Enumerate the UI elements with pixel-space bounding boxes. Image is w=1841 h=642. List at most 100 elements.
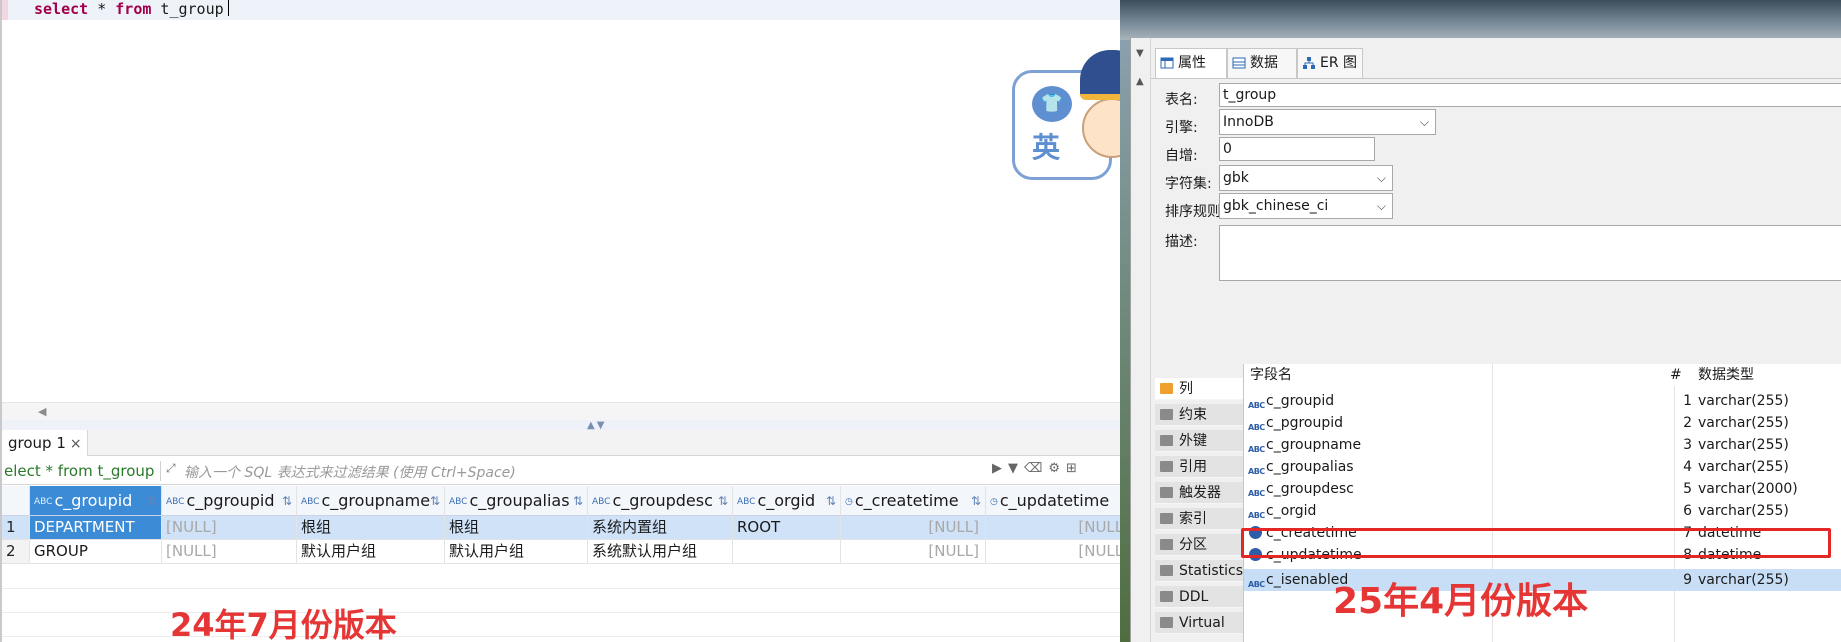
list-item[interactable]: ABC c_orgid 6 varchar(255)	[1244, 500, 1841, 522]
grid-cell[interactable]: DEPARTMENT	[30, 516, 162, 540]
grid-cell[interactable]: [NULL]	[986, 540, 1120, 564]
column-header[interactable]: ABC c_orgid ⇅	[733, 486, 841, 516]
tab-data[interactable]: 数据	[1227, 48, 1297, 78]
list-item[interactable]: ABC c_groupdesc 5 varchar(2000)	[1244, 478, 1841, 500]
grid-cell[interactable]: [NULL]	[841, 540, 986, 564]
column-header[interactable]: ◷c_updatetime⇅	[986, 486, 1120, 516]
sidebar-item-label: 引用	[1179, 459, 1207, 475]
sort-icon[interactable]: ⇅	[282, 486, 292, 515]
sidebar-item-virtual[interactable]: Virtual	[1155, 612, 1243, 634]
list-item[interactable]: ABC c_groupid 1 varchar(255)	[1244, 390, 1841, 412]
grid-cell[interactable]: 根组	[445, 516, 588, 540]
grid-cell[interactable]: [NULL]	[986, 516, 1120, 540]
results-tab[interactable]: group 1 ×	[2, 430, 88, 456]
sidebar-item-label: Statistics	[1179, 563, 1243, 579]
sql-keyword-from: from	[115, 0, 152, 18]
sort-icon[interactable]: ⇅	[573, 486, 583, 515]
list-item[interactable]: ABC c_groupname 3 varchar(255)	[1244, 434, 1841, 456]
erase-filter-icon[interactable]: ⌫	[1024, 461, 1042, 476]
scroll-left-icon[interactable]: ◀	[38, 405, 46, 418]
grid-cell[interactable]: GROUP	[30, 540, 162, 564]
field-position: 2	[1683, 415, 1692, 431]
sidebar-item-partitions[interactable]: 分区	[1155, 534, 1243, 556]
info-icon	[1160, 565, 1173, 576]
column-header[interactable]: ◷ c_createtime ⇅	[841, 486, 986, 516]
collapse-strip[interactable]: ▼ ▲	[1131, 38, 1151, 642]
sort-icon[interactable]: ⇅	[147, 486, 157, 515]
column-header[interactable]: ABC c_groupid ⇅	[30, 486, 162, 516]
description-textarea[interactable]	[1219, 225, 1841, 281]
grid-cell[interactable]: 默认用户组	[297, 540, 445, 564]
sql-editor[interactable]: select * from t_group	[2, 0, 1120, 400]
field-type: varchar(2000)	[1698, 481, 1798, 497]
field-position: 9	[1683, 572, 1692, 588]
table-row[interactable]: 2 GROUP [NULL] 默认用户组 默认用户组 系统默认用户组 [NULL…	[2, 540, 1120, 564]
sidebar-item-indexes[interactable]: 索引	[1155, 508, 1243, 530]
table-name-input[interactable]: t_group	[1219, 83, 1841, 107]
sidebar-item-references[interactable]: 引用	[1155, 456, 1243, 478]
sql-table-name: t_group	[151, 0, 224, 18]
sidebar-item-label: DDL	[1179, 589, 1209, 605]
list-item[interactable]: ABC c_pgroupid 2 varchar(255)	[1244, 412, 1841, 434]
column-header[interactable]: ABC c_pgroupid ⇅	[162, 486, 297, 516]
filter-tools: ▶ ▼ ⌫ ⚙ ⊞	[992, 461, 1083, 476]
collation-select[interactable]: gbk_chinese_ci ⌵	[1219, 193, 1393, 219]
grid-cell[interactable]: 默认用户组	[445, 540, 588, 564]
pane-splitter[interactable]: ▲▼	[2, 420, 1120, 431]
column-name-header[interactable]: 字段名	[1250, 364, 1292, 386]
table-row[interactable]: 1 DEPARTMENT [NULL] 根组 根组 系统内置组 ROOT [NU…	[2, 516, 1120, 540]
column-number-header[interactable]: #	[1670, 364, 1682, 386]
filter-history-icon[interactable]: ▼	[1008, 461, 1018, 476]
tab-er-diagram[interactable]: ER 图	[1297, 48, 1363, 78]
save-filter-icon[interactable]: ⊞	[1066, 461, 1077, 476]
grid-cell[interactable]: [NULL]	[841, 516, 986, 540]
charset-select[interactable]: gbk ⌵	[1219, 165, 1393, 191]
sort-icon[interactable]: ⇅	[718, 486, 728, 515]
chevron-down-icon[interactable]: ▼	[1136, 48, 1144, 59]
sidebar-item-constraints[interactable]: 约束	[1155, 404, 1243, 426]
column-header[interactable]: ABC c_groupname ⇅	[297, 486, 445, 516]
chevron-up-icon[interactable]: ▲	[1136, 76, 1144, 87]
engine-select[interactable]: InnoDB ⌵	[1219, 109, 1436, 135]
sidebar-item-columns[interactable]: 列	[1155, 378, 1243, 400]
filter-settings-icon[interactable]: ⚙	[1048, 461, 1060, 476]
grid-cell[interactable]: [NULL]	[162, 540, 297, 564]
column-header-label: c_orgid	[757, 491, 816, 510]
highlight-box	[1241, 528, 1831, 558]
grid-cell[interactable]: 系统内置组	[588, 516, 733, 540]
run-filter-icon[interactable]: ▶	[992, 461, 1002, 476]
grid-cell[interactable]	[733, 540, 841, 564]
version-note-right: 25年4月份版本	[1333, 581, 1589, 622]
column-type-header[interactable]: 数据类型	[1698, 364, 1754, 386]
sidebar-item-triggers[interactable]: 触发器	[1155, 482, 1243, 504]
filter-expand-icon[interactable]: ⤢	[166, 461, 176, 476]
column-header[interactable]: ABC c_groupdesc ⇅	[588, 486, 733, 516]
string-type-icon: ABC	[166, 497, 185, 507]
tab-properties[interactable]: 属性	[1155, 48, 1227, 78]
table-icon	[1160, 57, 1174, 69]
list-item[interactable]: ABC c_groupalias 4 varchar(255)	[1244, 456, 1841, 478]
auto-increment-input[interactable]: 0	[1219, 137, 1375, 161]
engine-label: 引擎:	[1165, 120, 1198, 136]
column-header[interactable]: ABC c_groupalias ⇅	[445, 486, 588, 516]
ime-mascot-widget[interactable]: 👕 英	[1012, 50, 1120, 182]
field-name: c_groupname	[1266, 437, 1362, 453]
folder-icon	[1160, 461, 1173, 472]
filter-input[interactable]: 输入一个 SQL 表达式来过滤结果 (使用 Ctrl+Space)	[184, 462, 516, 482]
grid-cell[interactable]: [NULL]	[162, 516, 297, 540]
sort-icon[interactable]: ⇅	[971, 486, 981, 515]
sidebar-item-ddl[interactable]: DDL	[1155, 586, 1243, 608]
close-icon[interactable]: ×	[70, 436, 82, 452]
grid-cell[interactable]: ROOT	[733, 516, 841, 540]
grid-cell[interactable]: 系统默认用户组	[588, 540, 733, 564]
column-header-label: c_groupalias	[469, 491, 570, 510]
sort-icon[interactable]: ⇅	[430, 486, 440, 515]
sidebar-item-statistics[interactable]: Statistics	[1155, 560, 1243, 582]
sort-icon[interactable]: ⇅	[826, 486, 836, 515]
grid-cell[interactable]: 根组	[297, 516, 445, 540]
sidebar-item-label: 约束	[1179, 407, 1207, 423]
sidebar-item-foreign-keys[interactable]: 外键	[1155, 430, 1243, 452]
sidebar-item-label: 索引	[1179, 511, 1207, 527]
sql-text[interactable]: select * from t_group	[34, 0, 229, 19]
editor-horizontal-scrollbar[interactable]: ◀	[2, 402, 1120, 420]
